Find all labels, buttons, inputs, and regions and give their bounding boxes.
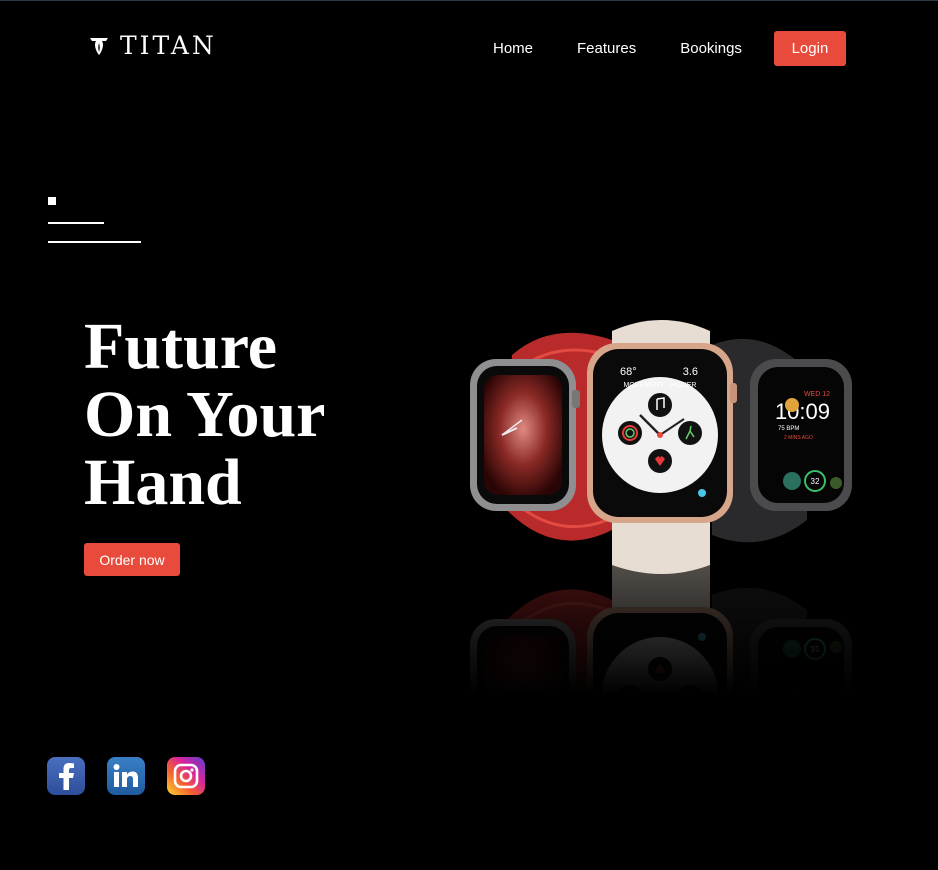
- watch-bpm: 75 BPM: [778, 426, 799, 432]
- menu-bar-short: [48, 222, 104, 224]
- hamburger-menu-icon[interactable]: [48, 197, 142, 245]
- nav-home-link[interactable]: Home: [493, 40, 533, 57]
- titan-logo-icon: [90, 38, 108, 55]
- nav-bookings-link[interactable]: Bookings: [680, 40, 742, 57]
- main-nav: Home Features Bookings Login: [480, 31, 846, 66]
- order-now-button[interactable]: Order now: [84, 543, 180, 576]
- watches-reflection: [468, 554, 854, 695]
- instagram-icon[interactable]: [167, 757, 205, 795]
- watch-uv: 3.6: [683, 366, 698, 378]
- facebook-icon[interactable]: [47, 757, 85, 795]
- login-button[interactable]: Login: [773, 31, 846, 66]
- watch-ring-text: MOVEMENT · HOZIER: [624, 382, 697, 389]
- watch-time: 10:09: [775, 399, 830, 424]
- watch-day: WED 12: [804, 391, 830, 398]
- menu-bar-long: [48, 241, 141, 243]
- watch-mins: 2 MINS AGO: [784, 435, 813, 441]
- smartwatches-image: WED 12 10:09 75 BPM 2 MINS AGO 32 68° 3.…: [468, 320, 854, 695]
- social-links: [47, 757, 205, 795]
- nav-features-link[interactable]: Features: [577, 40, 636, 57]
- hero-title: Future On Your Hand: [84, 310, 326, 519]
- watch-stat: 32: [811, 477, 820, 486]
- watch-temp: 68°: [620, 366, 637, 378]
- linkedin-icon[interactable]: [107, 757, 145, 795]
- brand-name: TITAN: [120, 31, 217, 60]
- brand-logo[interactable]: TITAN: [88, 33, 217, 59]
- menu-square: [48, 197, 56, 205]
